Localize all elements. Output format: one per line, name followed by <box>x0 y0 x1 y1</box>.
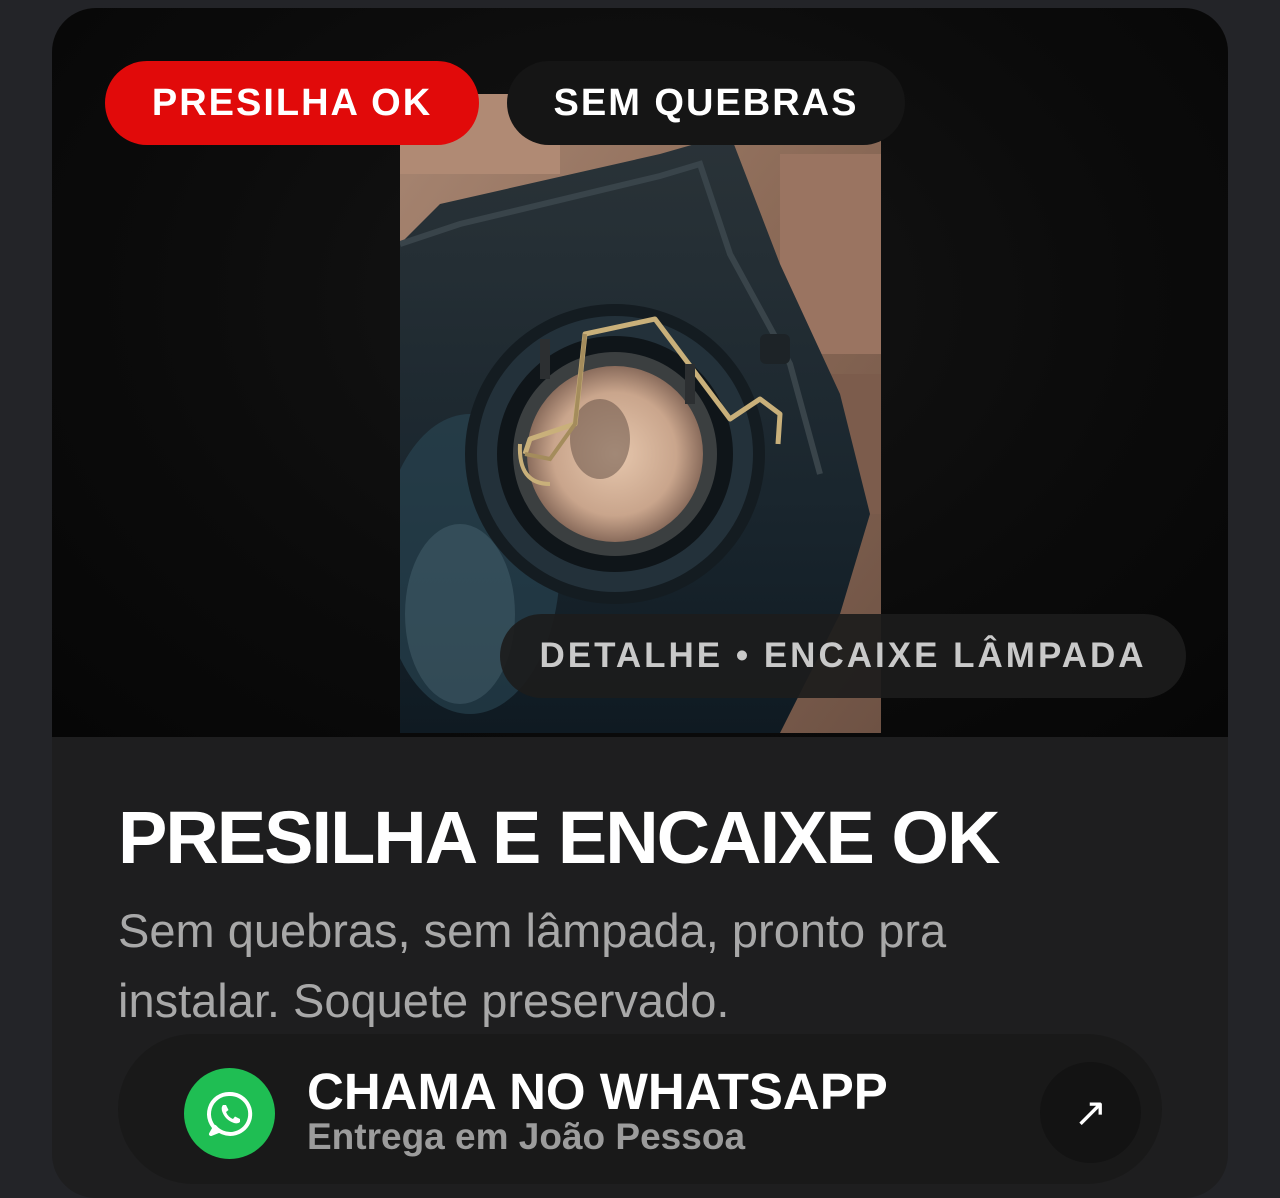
product-card: PRESILHA OK SEM QUEBRAS DETALHE • ENCAIX… <box>52 8 1228 1198</box>
whatsapp-cta-button[interactable]: CHAMA NO WHATSAPP Entrega em João Pessoa… <box>118 1034 1162 1184</box>
cta-label: CHAMA NO WHATSAPP <box>307 1063 888 1120</box>
arrow-up-right-icon[interactable]: ↗ <box>1040 1062 1141 1163</box>
presilha-ok-badge: PRESILHA OK <box>105 61 479 145</box>
sem-quebras-badge: SEM QUEBRAS <box>507 61 905 145</box>
cta-sublabel: Entrega em João Pessoa <box>307 1116 746 1157</box>
product-title: PRESILHA E ENCAIXE OK <box>118 796 1000 879</box>
whatsapp-icon <box>184 1068 275 1159</box>
product-description: Sem quebras, sem lâmpada, pronto pra ins… <box>118 904 947 1027</box>
image-caption: DETALHE • ENCAIXE LÂMPADA <box>500 614 1186 698</box>
product-media: PRESILHA OK SEM QUEBRAS DETALHE • ENCAIX… <box>52 8 1228 737</box>
